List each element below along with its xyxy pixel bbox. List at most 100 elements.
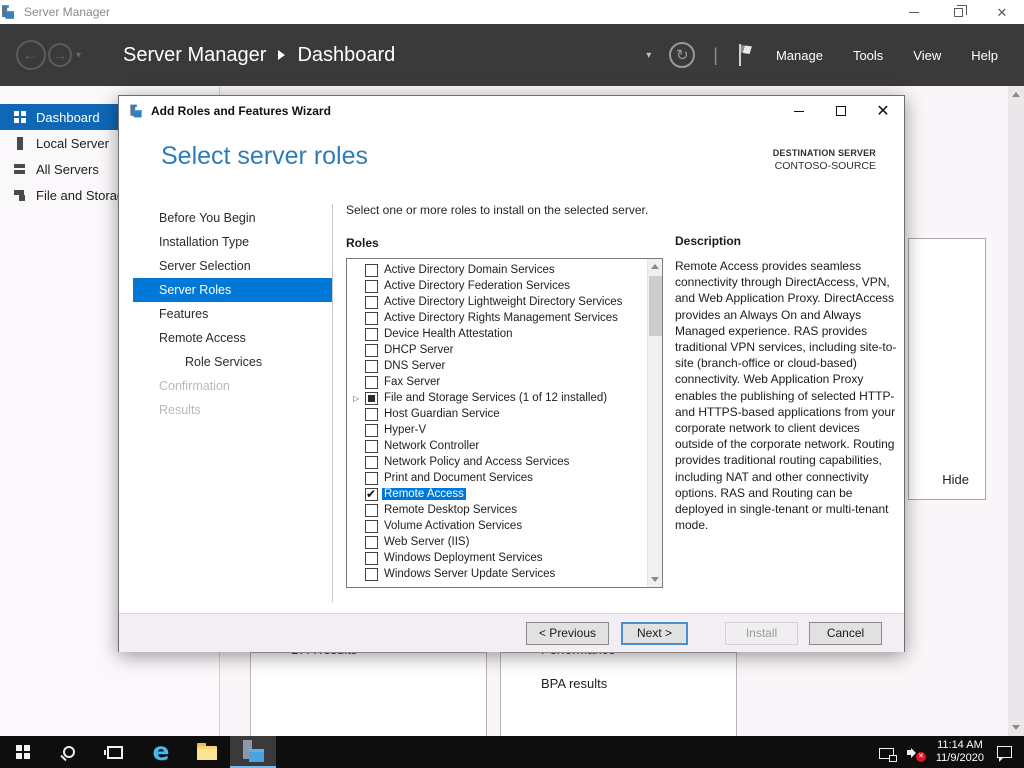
role-checkbox-active-directory-domain-services[interactable] xyxy=(365,264,378,277)
role-label[interactable]: Remote Access xyxy=(382,488,466,500)
file-explorer-button[interactable] xyxy=(184,736,230,768)
role-checkbox-remote-access[interactable] xyxy=(365,488,378,501)
destination-server-block: DESTINATION SERVER CONTOSO-SOURCE xyxy=(773,148,876,172)
expand-arrow-icon[interactable]: ▷ xyxy=(353,394,365,403)
role-label[interactable]: Active Directory Rights Management Servi… xyxy=(384,312,618,324)
role-checkbox-web-server-iis-[interactable] xyxy=(365,536,378,549)
restore-button[interactable] xyxy=(936,0,980,24)
role-label[interactable]: Volume Activation Services xyxy=(384,520,522,532)
role-checkbox-host-guardian-service[interactable] xyxy=(365,408,378,421)
nav-dropdown-caret-icon[interactable]: ▾ xyxy=(76,50,81,61)
wizard-nav-role-services[interactable]: Role Services xyxy=(133,350,333,374)
wizard-nav-remote-access[interactable]: Remote Access xyxy=(133,326,333,350)
role-label[interactable]: Remote Desktop Services xyxy=(384,504,517,516)
wizard-nav-divider xyxy=(332,204,333,602)
role-checkbox-active-directory-rights-management-services[interactable] xyxy=(365,312,378,325)
role-checkbox-network-policy-and-access-services[interactable] xyxy=(365,456,378,469)
scrollbar-thumb[interactable] xyxy=(649,276,662,336)
vertical-scrollbar[interactable] xyxy=(1008,86,1024,736)
minimize-button[interactable] xyxy=(892,0,936,24)
scroll-up-icon[interactable] xyxy=(1012,92,1020,97)
forward-button[interactable]: → xyxy=(48,43,72,67)
role-checkbox-hyper-v[interactable] xyxy=(365,424,378,437)
previous-button[interactable]: < Previous xyxy=(526,622,609,645)
role-checkbox-network-controller[interactable] xyxy=(365,440,378,453)
action-center-icon[interactable] xyxy=(997,746,1012,758)
role-checkbox-fax-server[interactable] xyxy=(365,376,378,389)
refresh-button[interactable]: ↻ xyxy=(669,42,695,68)
wizard-nav-server-roles[interactable]: Server Roles xyxy=(133,278,333,302)
role-label[interactable]: DNS Server xyxy=(384,360,445,372)
menu-manage[interactable]: Manage xyxy=(770,44,829,67)
network-icon[interactable] xyxy=(879,748,894,759)
next-button[interactable]: Next > xyxy=(621,622,688,645)
role-row: DNS Server xyxy=(353,358,646,374)
role-label[interactable]: Fax Server xyxy=(384,376,440,388)
role-checkbox-print-and-document-services[interactable] xyxy=(365,472,378,485)
role-label[interactable]: Windows Deployment Services xyxy=(384,552,543,564)
role-label[interactable]: File and Storage Services (1 of 12 insta… xyxy=(384,392,607,404)
role-row: Active Directory Federation Services xyxy=(353,278,646,294)
search-button[interactable] xyxy=(46,736,92,768)
hide-link[interactable]: Hide xyxy=(942,472,969,487)
role-checkbox-windows-server-update-services[interactable] xyxy=(365,568,378,581)
role-label[interactable]: Network Policy and Access Services xyxy=(384,456,569,468)
clipped-tile-text: BPA results xyxy=(291,653,486,660)
start-button[interactable] xyxy=(0,736,46,768)
role-label[interactable]: Active Directory Federation Services xyxy=(384,280,570,292)
bpa-results-link[interactable]: BPA results xyxy=(541,676,736,691)
windows-start-icon xyxy=(16,745,31,760)
role-label[interactable]: DHCP Server xyxy=(384,344,453,356)
wizard-nav-features[interactable]: Features xyxy=(133,302,333,326)
wizard-minimize-button[interactable] xyxy=(778,96,820,126)
server-manager-taskbar-button[interactable] xyxy=(230,736,276,768)
menu-view[interactable]: View xyxy=(907,44,947,67)
internet-explorer-button[interactable]: e xyxy=(138,736,184,768)
taskbar-clock[interactable]: 11:14 AM 11/9/2020 xyxy=(936,739,984,765)
wizard-footer: < Previous Next > Install Cancel xyxy=(119,613,904,652)
notifications-flag-icon[interactable] xyxy=(736,44,752,66)
role-label[interactable]: Device Health Attestation xyxy=(384,328,513,340)
role-label[interactable]: Web Server (IIS) xyxy=(384,536,469,548)
wizard-nav-installation-type[interactable]: Installation Type xyxy=(133,230,333,254)
scroll-down-icon[interactable] xyxy=(1012,725,1020,730)
role-checkbox-active-directory-federation-services[interactable] xyxy=(365,280,378,293)
role-label[interactable]: Active Directory Domain Services xyxy=(384,264,555,276)
role-label[interactable]: Hyper-V xyxy=(384,424,426,436)
install-button[interactable]: Install xyxy=(725,622,798,645)
role-label[interactable]: Windows Server Update Services xyxy=(384,568,555,580)
role-row: Hyper-V xyxy=(353,422,646,438)
menu-tools[interactable]: Tools xyxy=(847,44,889,67)
wizard-titlebar[interactable]: Add Roles and Features Wizard ✕ xyxy=(119,96,904,126)
role-label[interactable]: Host Guardian Service xyxy=(384,408,500,420)
menu-help[interactable]: Help xyxy=(965,44,1004,67)
role-checkbox-dns-server[interactable] xyxy=(365,360,378,373)
wizard-close-button[interactable]: ✕ xyxy=(862,96,904,126)
role-label[interactable]: Print and Document Services xyxy=(384,472,533,484)
role-label[interactable]: Active Directory Lightweight Directory S… xyxy=(384,296,622,308)
role-checkbox-active-directory-lightweight-directory-services[interactable] xyxy=(365,296,378,309)
role-checkbox-volume-activation-services[interactable] xyxy=(365,520,378,533)
role-label[interactable]: Network Controller xyxy=(384,440,479,452)
role-checkbox-device-health-attestation[interactable] xyxy=(365,328,378,341)
window-title: Server Manager xyxy=(24,5,110,19)
task-view-button[interactable] xyxy=(92,736,138,768)
scroll-up-icon[interactable] xyxy=(651,264,659,269)
scroll-down-icon[interactable] xyxy=(651,577,659,582)
header-caret-icon[interactable]: ▾ xyxy=(646,50,651,61)
wizard-maximize-button[interactable] xyxy=(820,96,862,126)
role-checkbox-windows-deployment-services[interactable] xyxy=(365,552,378,565)
volume-muted-icon[interactable]: ✕ xyxy=(907,746,923,759)
wizard-nav-before-you-begin[interactable]: Before You Begin xyxy=(133,206,333,230)
close-button[interactable]: ✕ xyxy=(980,0,1024,24)
role-checkbox-dhcp-server[interactable] xyxy=(365,344,378,357)
back-button[interactable]: ← xyxy=(16,40,46,70)
role-checkbox-file-and-storage-services-1-of-12-installed-[interactable] xyxy=(365,392,378,405)
roles-scrollbar[interactable] xyxy=(647,259,662,587)
breadcrumb-current[interactable]: Dashboard xyxy=(297,44,395,67)
app-header: ← → ▾ Server Manager Dashboard ▾ ↻ | Man… xyxy=(0,24,1024,86)
breadcrumb-root[interactable]: Server Manager xyxy=(123,44,266,67)
wizard-nav-server-selection[interactable]: Server Selection xyxy=(133,254,333,278)
cancel-button[interactable]: Cancel xyxy=(809,622,882,645)
role-checkbox-remote-desktop-services[interactable] xyxy=(365,504,378,517)
